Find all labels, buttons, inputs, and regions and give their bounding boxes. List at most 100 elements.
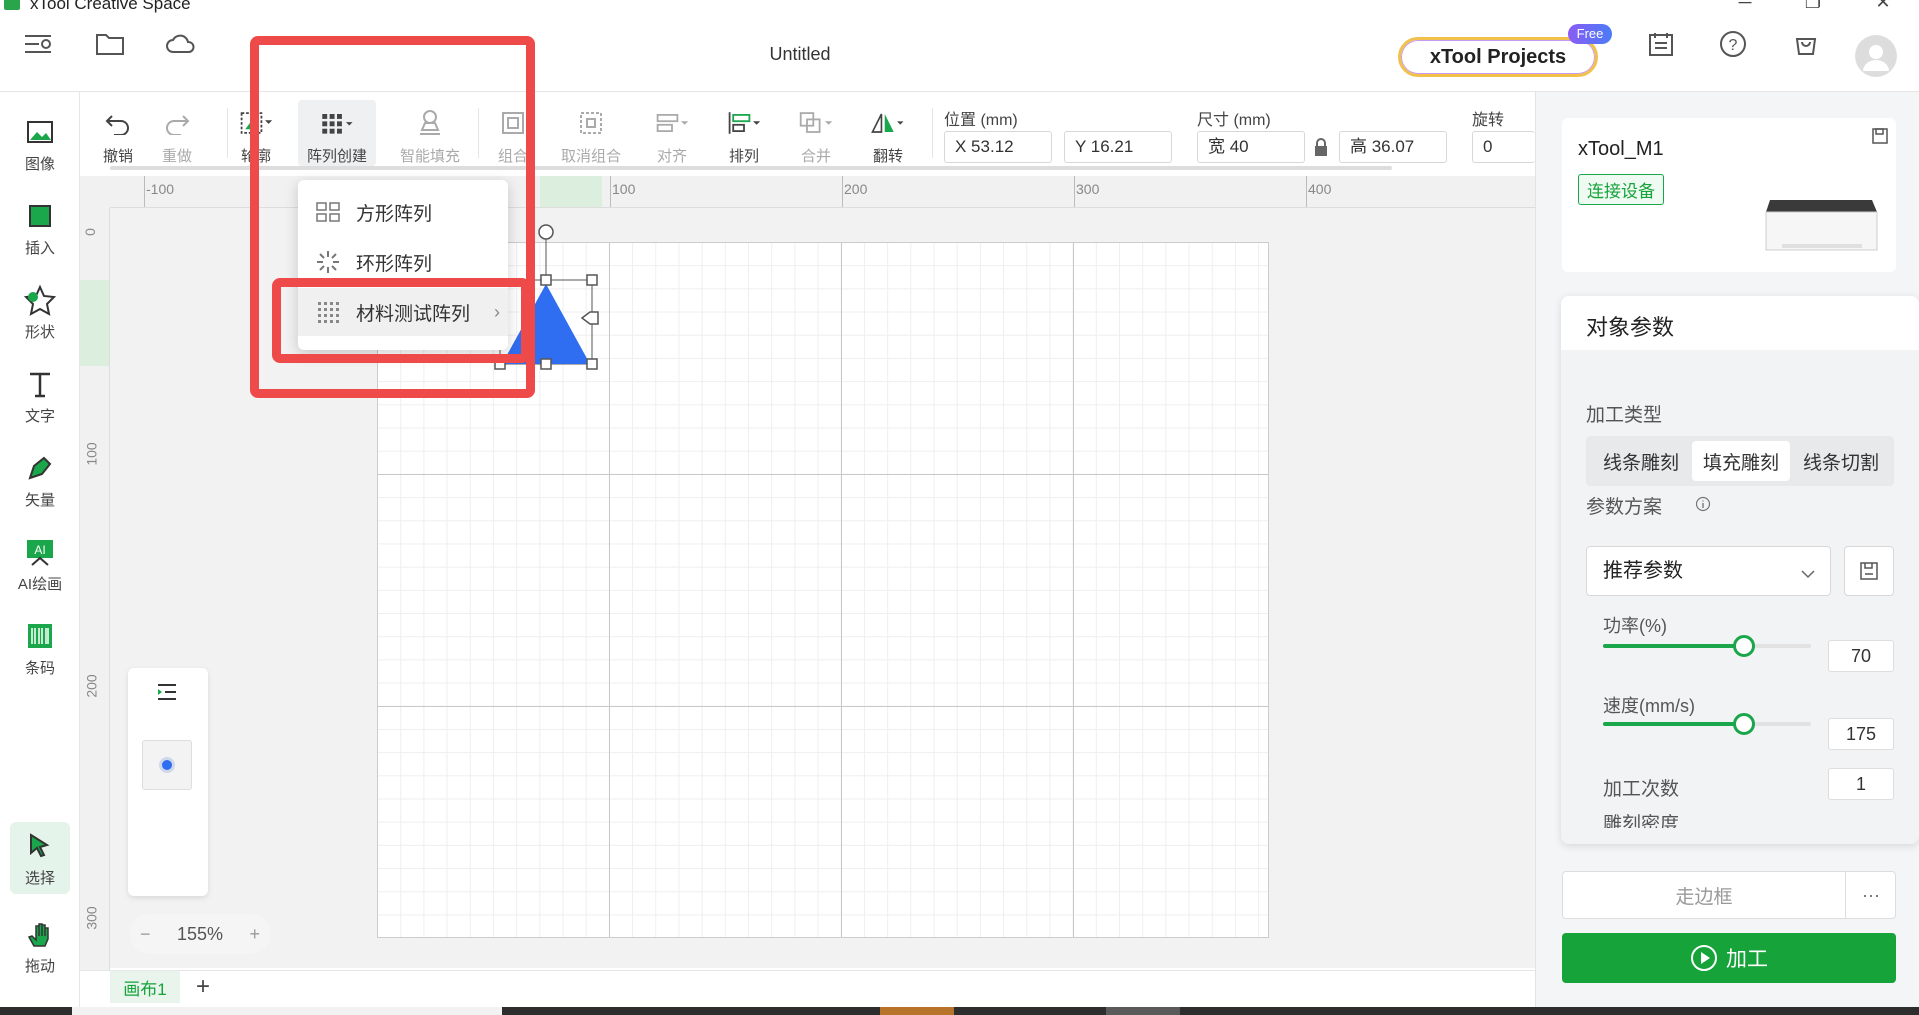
align-button[interactable]: 对齐 — [642, 100, 702, 166]
tool-drag[interactable]: 拖动 — [10, 910, 70, 982]
ai-paint-icon: AI — [23, 535, 57, 569]
cursor-icon — [23, 829, 57, 863]
zoom-control: − 155% + — [130, 914, 270, 954]
tool-shape[interactable]: 形状 — [10, 274, 70, 350]
ruler-corner — [80, 176, 110, 208]
tool-select[interactable]: 选择 — [10, 822, 70, 894]
ruler-tick-label: 300 — [83, 906, 100, 930]
ungroup-label: 取消组合 — [560, 148, 621, 165]
redo-button[interactable]: 重做 — [147, 100, 207, 166]
tool-label: 图像 — [24, 155, 55, 173]
layer-list-icon[interactable] — [156, 682, 178, 707]
arrange-button[interactable]: 排列 — [714, 100, 774, 166]
process-button[interactable]: 加工 — [1562, 933, 1896, 983]
tool-label: 形状 — [24, 323, 55, 341]
tool-label: 插入 — [24, 239, 55, 257]
ruler-tick-label: 200 — [83, 674, 100, 698]
frame-button[interactable]: 走边框 — [1563, 872, 1845, 918]
merge-icon — [798, 105, 834, 141]
align-label: 对齐 — [656, 148, 687, 165]
minimize-icon[interactable]: ─ — [1730, 0, 1760, 13]
tab-canvas-1[interactable]: 画布1 — [110, 971, 180, 1003]
density-label: 雕刻密度 — [1603, 814, 1680, 828]
segment-line-engrave[interactable]: 线条雕刻 — [1590, 440, 1692, 482]
folder-icon[interactable] — [92, 26, 128, 62]
info-icon[interactable] — [1695, 496, 1711, 517]
segment-line-cut[interactable]: 线条切割 — [1790, 440, 1892, 482]
passes-input[interactable]: 1 — [1828, 768, 1894, 800]
save-icon[interactable] — [1872, 128, 1888, 149]
avatar[interactable] — [1855, 35, 1897, 77]
add-canvas-button[interactable]: + — [196, 973, 210, 1001]
process-label: 加工 — [1726, 948, 1768, 971]
size-label: 尺寸 (mm) — [1197, 112, 1271, 129]
menu-icon[interactable] — [20, 26, 56, 62]
scheme-select[interactable]: 推荐参数 — [1586, 546, 1831, 596]
tool-label: 条码 — [24, 659, 55, 677]
zoom-level: 155% — [176, 923, 224, 944]
ungroup-icon — [573, 105, 609, 141]
width-input[interactable]: 宽 40 — [1197, 131, 1305, 163]
zoom-out-button[interactable]: − — [140, 924, 151, 945]
layer-panel — [128, 668, 208, 896]
barcode-icon — [23, 619, 57, 653]
free-badge: Free — [1568, 24, 1612, 44]
zoom-in-button[interactable]: + — [249, 924, 260, 945]
tool-label: AI绘画 — [17, 575, 63, 593]
tool-insert[interactable]: 插入 — [10, 190, 70, 266]
close-icon[interactable]: ✕ — [1868, 0, 1898, 13]
lock-icon[interactable] — [1313, 137, 1329, 162]
maximize-icon[interactable]: ❐ — [1798, 0, 1828, 13]
app-title: xTool Creative Space — [30, 0, 191, 13]
layer-thumbnail[interactable] — [142, 740, 192, 790]
canvas-tab-bar: 画布1 + — [80, 970, 1535, 1007]
tool-label: 文字 — [24, 407, 55, 425]
tool-image[interactable]: 图像 — [10, 106, 70, 182]
merge-button[interactable]: 合并 — [786, 100, 846, 166]
app-logo-icon — [4, 0, 20, 10]
height-input[interactable]: 高 36.07 — [1339, 131, 1447, 163]
power-slider[interactable] — [1603, 600, 1811, 660]
tool-barcode[interactable]: 条码 — [10, 610, 70, 686]
tool-label: 矢量 — [24, 491, 55, 509]
tool-text[interactable]: 文字 — [10, 358, 70, 434]
undo-button[interactable]: 撤销 — [88, 100, 148, 166]
xtool-projects-button[interactable]: xTool Projects — [1398, 37, 1598, 77]
connect-device-button[interactable]: 连接设备 — [1578, 174, 1664, 205]
rotate-input[interactable]: 0 — [1472, 131, 1535, 163]
tool-ai-paint[interactable]: AI AI绘画 — [10, 526, 70, 602]
laser-machine-image — [1765, 200, 1878, 251]
speed-slider[interactable] — [1603, 678, 1811, 738]
rotate-label: 旋转 — [1472, 112, 1505, 129]
more-options-button[interactable]: ··· — [1847, 872, 1895, 918]
flip-icon — [870, 105, 906, 141]
ruler-tick-label: 400 — [1308, 181, 1332, 197]
notes-icon[interactable] — [1643, 26, 1679, 62]
save-scheme-icon — [1860, 562, 1878, 580]
cloud-icon[interactable] — [163, 26, 199, 62]
tool-label: 选择 — [24, 869, 55, 887]
arrange-icon — [726, 105, 762, 141]
y-position-input[interactable]: Y 16.21 — [1064, 131, 1172, 163]
power-input[interactable]: 70 — [1828, 640, 1894, 672]
ungroup-button[interactable]: 取消组合 — [556, 100, 626, 166]
ruler-tick-label: 200 — [844, 181, 868, 197]
ruler-tick-label: 100 — [612, 181, 636, 197]
ruler-tick-label: 0 — [81, 228, 98, 236]
star-icon — [23, 283, 57, 317]
chevron-down-icon — [1801, 566, 1815, 584]
arrange-label: 排列 — [728, 148, 759, 165]
flip-button[interactable]: 翻转 — [858, 100, 918, 166]
cut-off-label-clip: 雕刻密度 — [1603, 814, 1723, 828]
save-scheme-button[interactable] — [1844, 546, 1894, 596]
ruler-tick-label: 100 — [83, 442, 100, 466]
cart-icon[interactable] — [1788, 26, 1824, 62]
tool-vector[interactable]: 矢量 — [10, 442, 70, 518]
help-icon[interactable]: ? — [1715, 26, 1751, 62]
x-position-input[interactable]: X 53.12 — [944, 131, 1052, 163]
merge-label: 合并 — [800, 148, 831, 165]
segment-fill-engrave[interactable]: 填充雕刻 — [1692, 441, 1790, 481]
ruler-selection-highlight — [80, 280, 109, 366]
speed-input[interactable]: 175 — [1828, 718, 1894, 750]
object-params-card: 对象参数 加工类型 参数方案 推荐参数 功率(%) 70 速度(mm/s) 17… — [1561, 296, 1919, 844]
